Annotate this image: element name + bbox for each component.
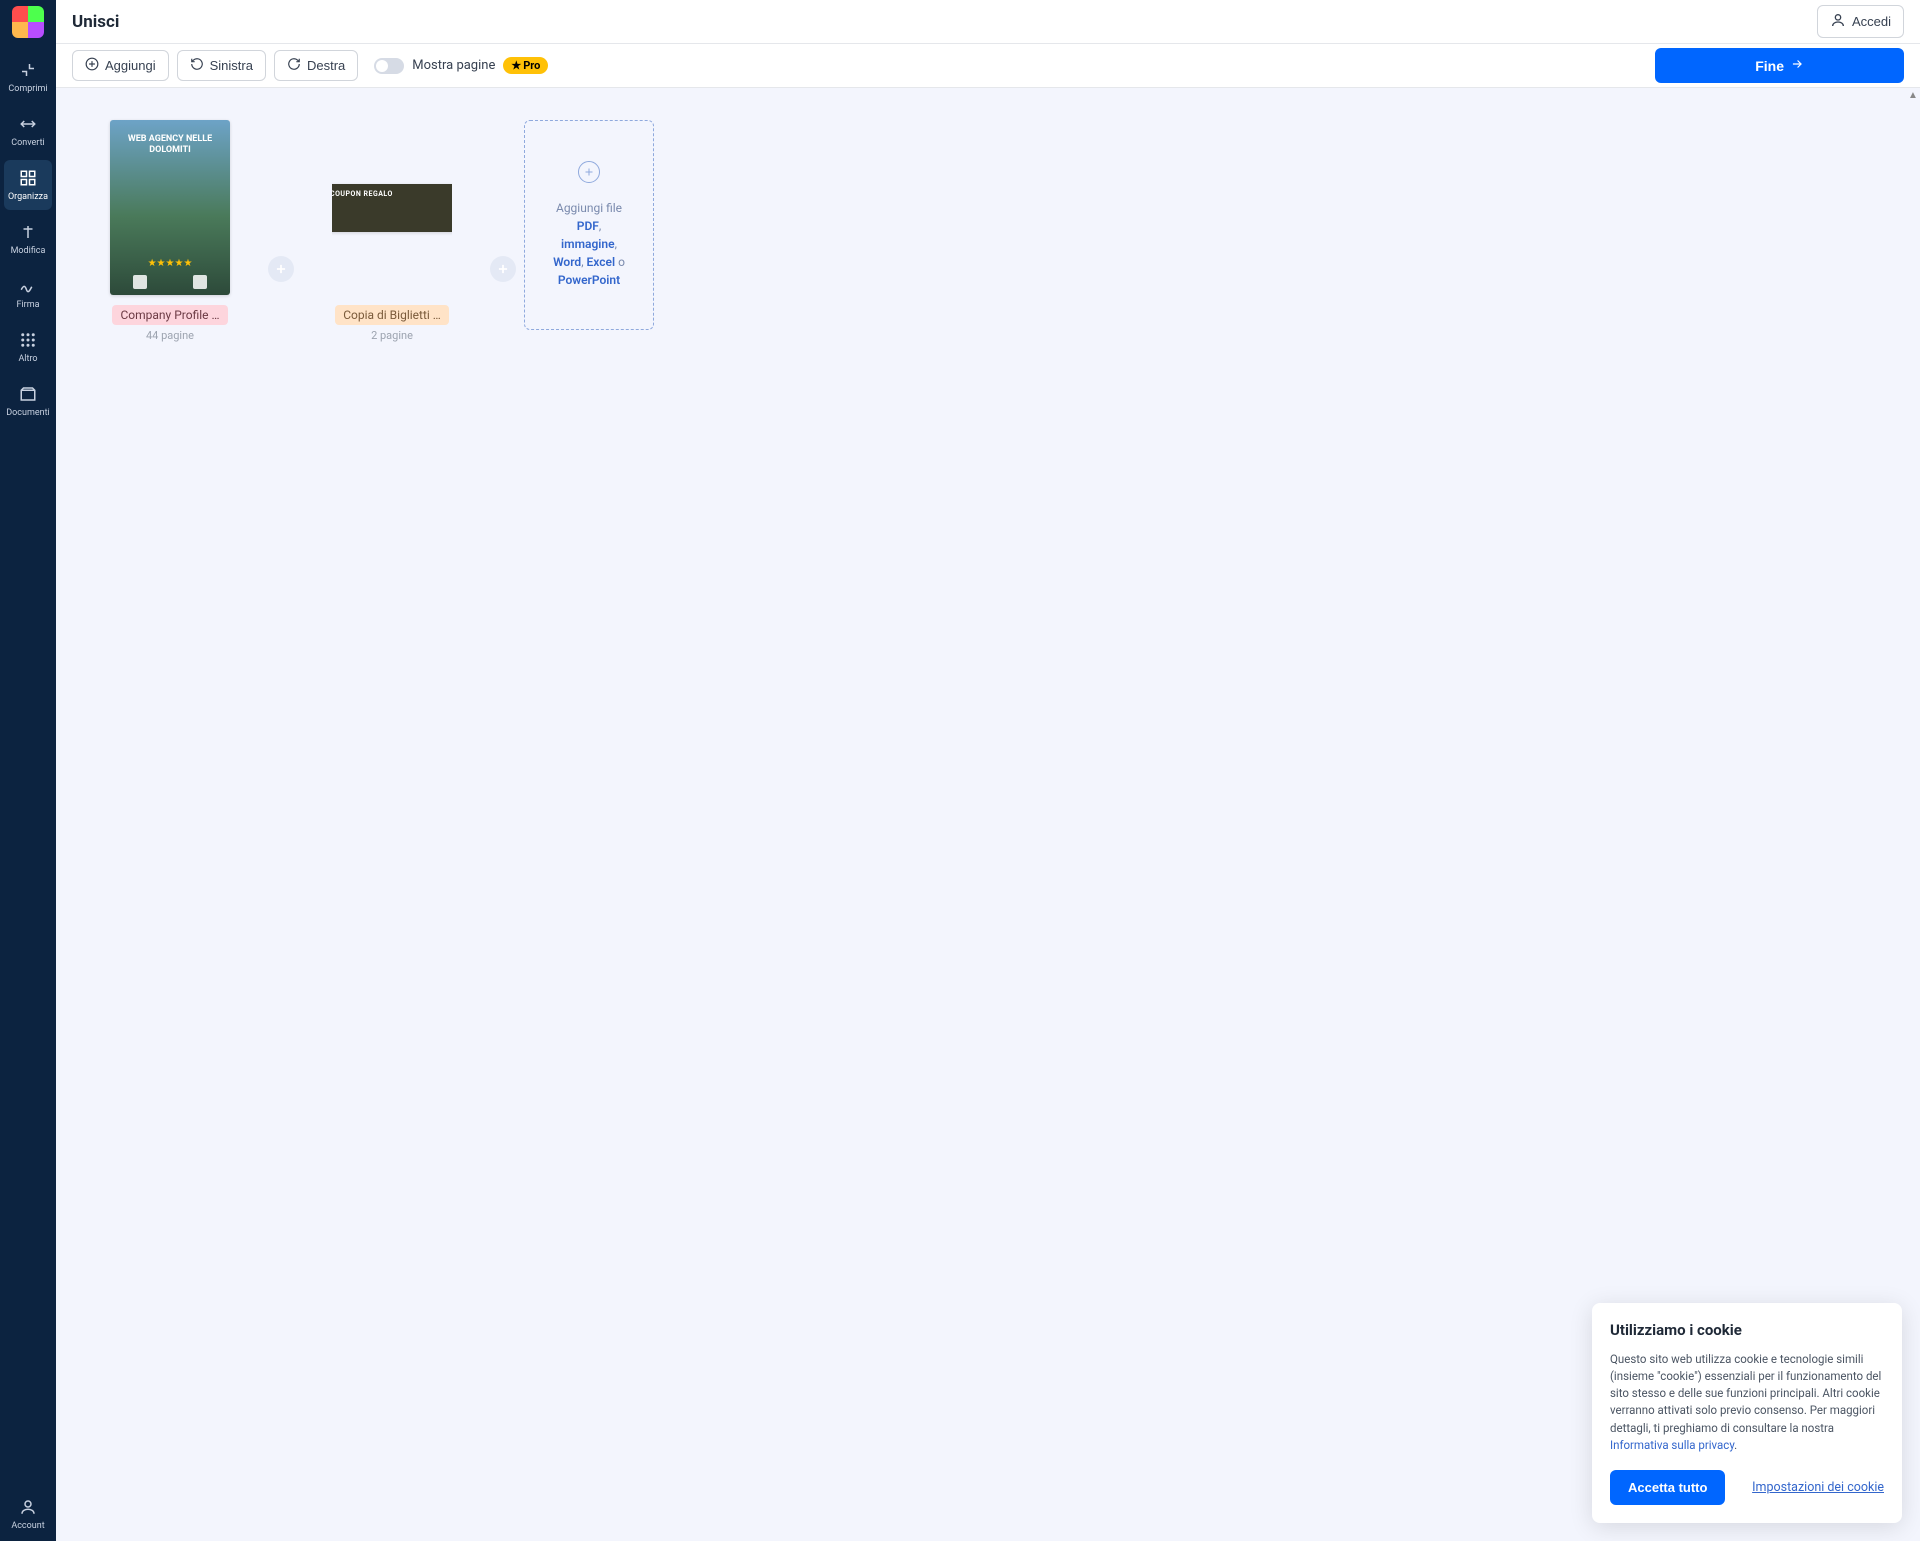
sidebar-item-label: Documenti	[6, 408, 49, 418]
file-name: Copia di Biglietti …	[335, 305, 449, 325]
header: Unisci Accedi	[56, 0, 1920, 44]
cookie-settings-link[interactable]: Impostazioni dei cookie	[1752, 1480, 1884, 1495]
arrow-right-icon	[1790, 57, 1804, 74]
file-page-count: 2 pagine	[371, 329, 413, 342]
rotate-left-icon	[190, 57, 204, 74]
sidebar-item-firma[interactable]: Firma	[4, 268, 52, 318]
filetype-powerpoint[interactable]: PowerPoint	[558, 273, 620, 287]
sidebar-item-modifica[interactable]: Modifica	[4, 214, 52, 264]
pro-badge: ★Pro	[503, 57, 548, 74]
thumbnail-title: WEB AGENCY NELLE DOLOMITI	[110, 134, 230, 156]
add-label: Aggiungi	[105, 58, 156, 73]
login-button[interactable]: Accedi	[1817, 5, 1904, 38]
sidebar-item-documenti[interactable]: Documenti	[4, 376, 52, 426]
sidebar-item-account[interactable]: Account	[4, 1489, 52, 1539]
sidebar-item-label: Organizza	[8, 192, 48, 202]
filetype-pdf[interactable]: PDF	[577, 219, 599, 233]
insert-between-button[interactable]	[490, 256, 516, 282]
rotate-left-button[interactable]: Sinistra	[177, 50, 266, 81]
rotate-left-label: Sinistra	[210, 58, 253, 73]
app-logo[interactable]	[12, 6, 44, 38]
plus-icon	[85, 57, 99, 74]
add-zone-text: Aggiungi file PDF, immagine, Word, Excel…	[553, 199, 625, 289]
thumbnail-title: COUPON REGALO	[332, 190, 393, 198]
add-file-dropzone[interactable]: Aggiungi file PDF, immagine, Word, Excel…	[524, 120, 654, 330]
file-page-count: 44 pagine	[146, 329, 194, 342]
files-row: WEB AGENCY NELLE DOLOMITI ★★★★★ Company …	[80, 120, 1896, 342]
show-pages-toggle[interactable]	[374, 58, 404, 74]
file-card[interactable]: COUPON REGALO Copia di Biglietti … 2 pag…	[302, 120, 482, 342]
file-thumbnail: COUPON REGALO	[332, 120, 452, 295]
sidebar-item-organizza[interactable]: Organizza	[4, 160, 52, 210]
show-pages-label: Mostra pagine	[412, 58, 495, 73]
page-title: Unisci	[72, 12, 119, 32]
sidebar-item-comprimi[interactable]: Comprimi	[4, 52, 52, 102]
sign-icon	[18, 276, 38, 296]
vertical-scrollbar[interactable]: ▲	[1906, 88, 1920, 1541]
filetype-word[interactable]: Word	[553, 255, 581, 269]
sidebar: Comprimi Converti Organizza Modifica Fir	[0, 0, 56, 1541]
file-name: Company Profile …	[112, 305, 227, 325]
account-icon	[18, 1497, 38, 1517]
thumbnail-logos	[110, 275, 230, 289]
rating-stars-icon: ★★★★★	[110, 258, 230, 269]
rotate-right-button[interactable]: Destra	[274, 50, 358, 81]
rotate-right-label: Destra	[307, 58, 345, 73]
filetype-excel[interactable]: Excel	[587, 255, 616, 269]
edit-icon	[18, 222, 38, 242]
file-card[interactable]: WEB AGENCY NELLE DOLOMITI ★★★★★ Company …	[80, 120, 260, 342]
file-thumbnail: WEB AGENCY NELLE DOLOMITI ★★★★★	[110, 120, 230, 295]
cookie-actions: Accetta tutto Impostazioni dei cookie	[1610, 1470, 1884, 1505]
cookie-banner: Utilizziamo i cookie Questo sito web uti…	[1592, 1303, 1902, 1524]
finish-button[interactable]: Fine	[1655, 48, 1904, 83]
sidebar-item-altro[interactable]: Altro	[4, 322, 52, 372]
cookie-body: Questo sito web utilizza cookie e tecnol…	[1610, 1351, 1884, 1455]
plus-circle-icon	[578, 161, 600, 183]
convert-icon	[18, 114, 38, 134]
privacy-link[interactable]: Informativa sulla privacy	[1610, 1438, 1734, 1452]
sidebar-item-converti[interactable]: Converti	[4, 106, 52, 156]
user-icon	[1830, 12, 1846, 31]
sidebar-item-label: Modifica	[11, 246, 46, 256]
insert-between-button[interactable]	[268, 256, 294, 282]
sidebar-item-label: Comprimi	[8, 84, 47, 94]
compress-icon	[18, 60, 38, 80]
sidebar-item-label: Firma	[16, 300, 39, 310]
filetype-image[interactable]: immagine	[561, 237, 615, 251]
cookie-accept-button[interactable]: Accetta tutto	[1610, 1470, 1725, 1505]
toolbar: Aggiungi Sinistra Destra Mostra pagine ★…	[56, 44, 1920, 88]
cookie-title: Utilizziamo i cookie	[1610, 1321, 1884, 1339]
scroll-up-icon: ▲	[1906, 88, 1920, 102]
star-icon: ★	[511, 59, 521, 72]
login-label: Accedi	[1852, 14, 1891, 29]
finish-label: Fine	[1755, 58, 1784, 74]
sidebar-item-label: Account	[11, 1521, 44, 1531]
organize-icon	[18, 168, 38, 188]
more-icon	[18, 330, 38, 350]
documents-icon	[18, 384, 38, 404]
rotate-right-icon	[287, 57, 301, 74]
sidebar-item-label: Converti	[11, 138, 44, 148]
sidebar-item-label: Altro	[18, 354, 37, 364]
show-pages-toggle-wrap: Mostra pagine ★Pro	[374, 57, 548, 74]
add-button[interactable]: Aggiungi	[72, 50, 169, 81]
